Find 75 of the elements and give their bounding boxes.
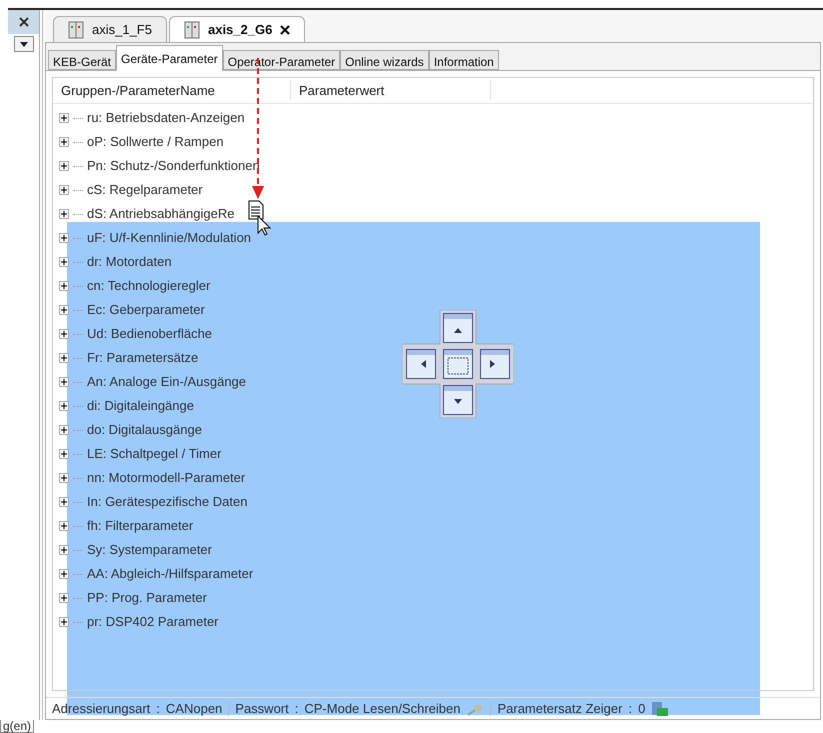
tree-item[interactable]: do: Digitalausgänge (87, 420, 202, 440)
status-value: CANopen (166, 700, 222, 718)
status-separator: : (294, 700, 298, 718)
expand-icon[interactable] (59, 209, 69, 219)
tree-item[interactable]: dS: AntriebsabhängigeRe (87, 204, 234, 224)
caret-icon (20, 42, 28, 46)
tree-item[interactable]: Sy: Systemparameter (87, 540, 212, 560)
status-separator: : (156, 700, 160, 718)
tree-item[interactable]: An: Analoge Ein-/Ausgänge (87, 372, 246, 392)
expand-icon[interactable] (59, 377, 69, 387)
expand-icon[interactable] (59, 305, 69, 315)
dock-top-icon[interactable] (443, 313, 473, 343)
bottom-tab[interactable]: g(en) (0, 720, 34, 733)
expand-icon[interactable] (59, 137, 69, 147)
expand-icon[interactable] (59, 401, 69, 411)
tab[interactable]: Operator-Parameter (222, 50, 340, 70)
expand-icon[interactable] (59, 185, 69, 195)
tree-item[interactable]: cS: Regelparameter (87, 180, 203, 200)
tree-item[interactable]: di: Digitaleingänge (87, 396, 194, 416)
tab[interactable]: KEB-Gerät (48, 50, 116, 70)
expand-icon[interactable] (59, 161, 69, 171)
dropdown-button[interactable] (14, 36, 34, 52)
tree-item[interactable]: uF: U/f-Kennlinie/Modulation (87, 228, 252, 248)
status-value: CP-Mode Lesen/Schreiben (304, 700, 460, 718)
status-separator: : (628, 700, 632, 718)
tab[interactable]: Geräte-Parameter (116, 45, 223, 71)
status-label: Parametersatz Zeiger (497, 700, 622, 718)
device-icon (68, 20, 84, 38)
tree-item[interactable]: dr: Motordaten (87, 252, 172, 272)
expand-icon[interactable] (59, 353, 69, 363)
tree-item[interactable]: fh: Filterparameter (87, 516, 194, 536)
tree-item[interactable]: Ud: Bedienoberfläche (87, 324, 212, 344)
expand-icon[interactable] (59, 569, 69, 579)
status-label: Adressierungsart (52, 700, 150, 718)
tab[interactable]: Information (428, 50, 499, 70)
expand-icon[interactable] (59, 545, 69, 555)
tree-item[interactable]: LE: Schaltpegel / Timer (87, 444, 222, 464)
expand-icon[interactable] (59, 617, 69, 627)
expand-icon[interactable] (59, 473, 69, 483)
expand-icon[interactable] (59, 593, 69, 603)
dock-bottom-icon[interactable] (443, 385, 473, 415)
expand-icon[interactable] (59, 281, 69, 291)
tree-item[interactable]: nn: Motormodell-Parameter (87, 468, 246, 488)
tree-item[interactable]: Ec: Geberparameter (87, 300, 205, 320)
tree-item[interactable]: oP: Sollwerte / Rampen (87, 132, 224, 152)
expand-icon[interactable] (59, 329, 69, 339)
expand-icon[interactable] (59, 233, 69, 243)
document-tab[interactable]: axis_2_G6 (168, 16, 306, 42)
dock-right-icon[interactable] (480, 349, 510, 379)
status-label: Passwort (235, 700, 289, 718)
expand-icon[interactable] (59, 449, 69, 459)
close-icon[interactable] (280, 24, 290, 34)
expand-icon[interactable] (59, 497, 69, 507)
dock-center-icon[interactable] (443, 349, 473, 379)
tree-item[interactable]: PP: Prog. Parameter (87, 588, 207, 608)
document-tab[interactable]: axis_1_F5 (53, 16, 167, 42)
expand-icon[interactable] (59, 521, 69, 531)
column-header[interactable]: Parameterwert (291, 80, 491, 100)
expand-icon[interactable] (59, 113, 69, 123)
tree-item[interactable]: cn: Technologieregler (87, 276, 210, 296)
tree-item[interactable]: ru: Betriebsdaten-Anzeigen (87, 108, 245, 128)
tree-item[interactable]: Fr: Parametersätze (87, 348, 198, 368)
tree-item[interactable]: AA: Abgleich-/Hilfsparameter (87, 564, 254, 584)
status-value: 0 (638, 700, 646, 718)
tree-item[interactable]: Pn: Schutz-/Sonderfunktionen (87, 156, 260, 176)
column-header[interactable]: Gruppen-/ParameterName (53, 80, 291, 100)
device-icon (184, 20, 200, 38)
tab[interactable]: Online wizards (340, 50, 429, 70)
tree-item[interactable]: pr: DSP402 Parameter (87, 612, 219, 632)
expand-icon[interactable] (59, 425, 69, 435)
expand-icon[interactable] (59, 257, 69, 267)
close-icon[interactable] (18, 17, 28, 27)
dock-left-icon[interactable] (406, 349, 436, 379)
key-icon (466, 702, 484, 716)
tree-item[interactable]: In: Gerätespezifische Daten (87, 492, 248, 512)
